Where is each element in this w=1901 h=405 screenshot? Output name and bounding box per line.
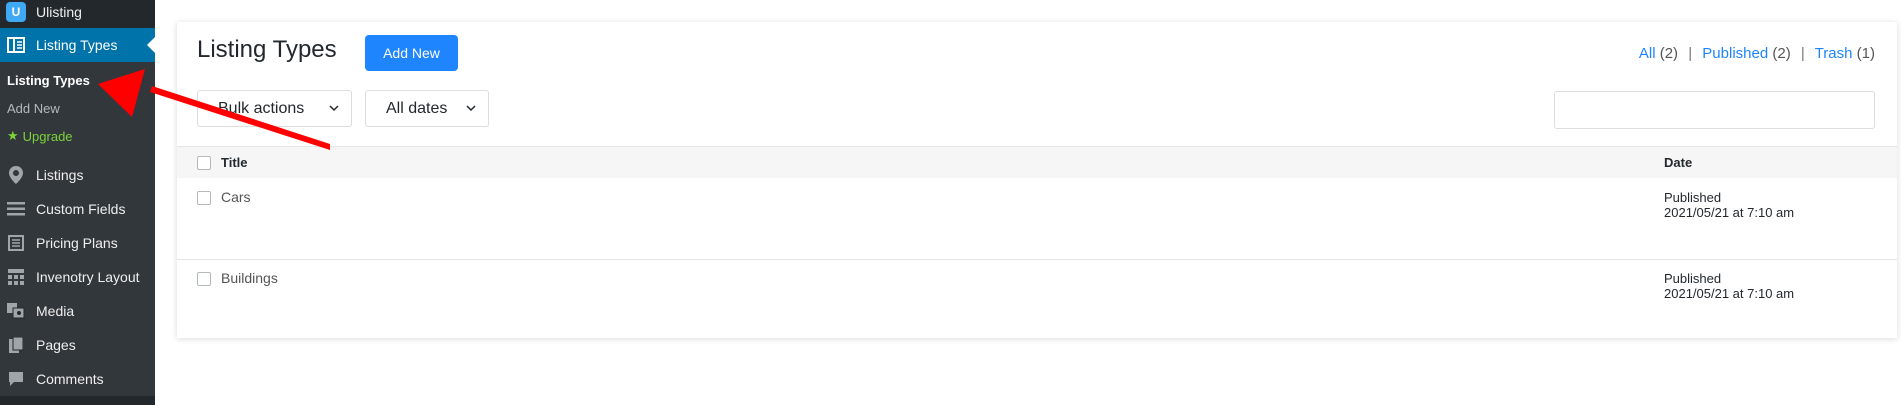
ulisting-logo-icon: U (6, 2, 26, 22)
sidebar-item-custom-fields[interactable]: Custom Fields (0, 192, 155, 226)
column-header-title[interactable]: Title (221, 155, 248, 170)
row-status: Published (1664, 271, 1722, 286)
sidebar-item-listing-types[interactable]: Listing Types (0, 28, 155, 62)
sidebar-item-comments[interactable]: Comments (0, 362, 155, 396)
sidebar-item-label: Media (36, 303, 75, 319)
media-icon (6, 301, 26, 321)
view-trash-link[interactable]: Trash (1815, 45, 1853, 62)
row-checkbox[interactable] (197, 191, 211, 205)
row-title-link[interactable]: Buildings (221, 270, 278, 286)
pricing-list-icon (6, 233, 26, 253)
main-content: Listing Types Add New All (2) | Publishe… (155, 0, 1901, 405)
select-all-checkbox[interactable] (197, 156, 211, 170)
listing-types-panel: Listing Types Add New All (2) | Publishe… (177, 22, 1897, 338)
dates-select[interactable]: All dates (365, 90, 489, 127)
pages-icon (6, 335, 26, 355)
submenu-item-add-new[interactable]: Add New (0, 94, 155, 122)
submenu-item-listing-types[interactable]: Listing Types (0, 66, 155, 94)
menu-lines-icon (6, 199, 26, 219)
sidebar-item-listings[interactable]: Listings (0, 158, 155, 192)
view-published-link[interactable]: Published (1702, 45, 1768, 62)
sidebar-item-label: Comments (36, 371, 104, 387)
row-checkbox[interactable] (197, 272, 211, 286)
sidebar-item-pricing-plans[interactable]: Pricing Plans (0, 226, 155, 260)
table-header: Title Date (177, 146, 1897, 178)
dates-label: All dates (386, 99, 448, 117)
sidebar-item-label: Invenotry Layout (36, 269, 140, 285)
sidebar-item-media[interactable]: Media (0, 294, 155, 328)
sidebar-item-label: Pricing Plans (36, 235, 118, 251)
sidebar-item-ulisting[interactable]: U Ulisting (0, 0, 155, 24)
sidebar-item-label: Listings (36, 167, 84, 183)
screen: U Ulisting Listing Types Listing Types A… (0, 0, 1901, 405)
view-all-count: (2) (1659, 45, 1679, 62)
sidebar-lower-menu: Listings Custom Fields Pricing Plans Inv… (0, 158, 155, 396)
view-published-count: (2) (1772, 45, 1791, 62)
sidebar-item-label: Custom Fields (36, 201, 126, 217)
view-trash-count: (1) (1856, 45, 1875, 62)
view-separator: | (1688, 45, 1693, 62)
sidebar-item-label: Listing Types (36, 37, 118, 53)
listing-types-icon (6, 35, 26, 55)
view-separator: | (1800, 45, 1805, 62)
row-title-link[interactable]: Cars (221, 189, 251, 205)
table-row: Buildings Published 2021/05/21 at 7:10 a… (177, 259, 1897, 339)
star-icon: ★ (7, 128, 19, 143)
table-row: Cars Published 2021/05/21 at 7:10 am (177, 179, 1897, 259)
admin-sidebar: U Ulisting Listing Types Listing Types A… (0, 0, 155, 405)
sidebar-item-label: Ulisting (36, 4, 82, 20)
status-views: All (2) | Published (2) | Trash (1) (1639, 45, 1875, 62)
row-date: 2021/05/21 at 7:10 am (1664, 205, 1795, 220)
row-date: 2021/05/21 at 7:10 am (1664, 286, 1795, 301)
column-header-date[interactable]: Date (1664, 155, 1692, 170)
comment-bubble-icon (6, 369, 26, 389)
chevron-down-icon (329, 105, 339, 112)
page-title: Listing Types (197, 36, 337, 63)
bulk-actions-label: Bulk actions (218, 99, 305, 117)
row-status: Published (1664, 190, 1722, 205)
bulk-actions-select[interactable]: Bulk actions (197, 90, 352, 127)
submenu-item-label: Upgrade (22, 128, 73, 144)
sidebar-item-inventory-layout[interactable]: Invenotry Layout (0, 260, 155, 294)
listing-types-submenu: Listing Types Add New ★ Upgrade (0, 62, 155, 158)
add-new-button[interactable]: Add New (365, 35, 458, 71)
location-pin-icon (6, 165, 26, 185)
submenu-item-upgrade[interactable]: ★ Upgrade (0, 122, 155, 150)
view-all-link[interactable]: All (1639, 45, 1656, 62)
chevron-down-icon (466, 105, 476, 112)
sidebar-item-label: Pages (36, 337, 76, 353)
sidebar-item-pages[interactable]: Pages (0, 328, 155, 362)
search-input[interactable] (1554, 91, 1875, 129)
grid-layout-icon (6, 267, 26, 287)
